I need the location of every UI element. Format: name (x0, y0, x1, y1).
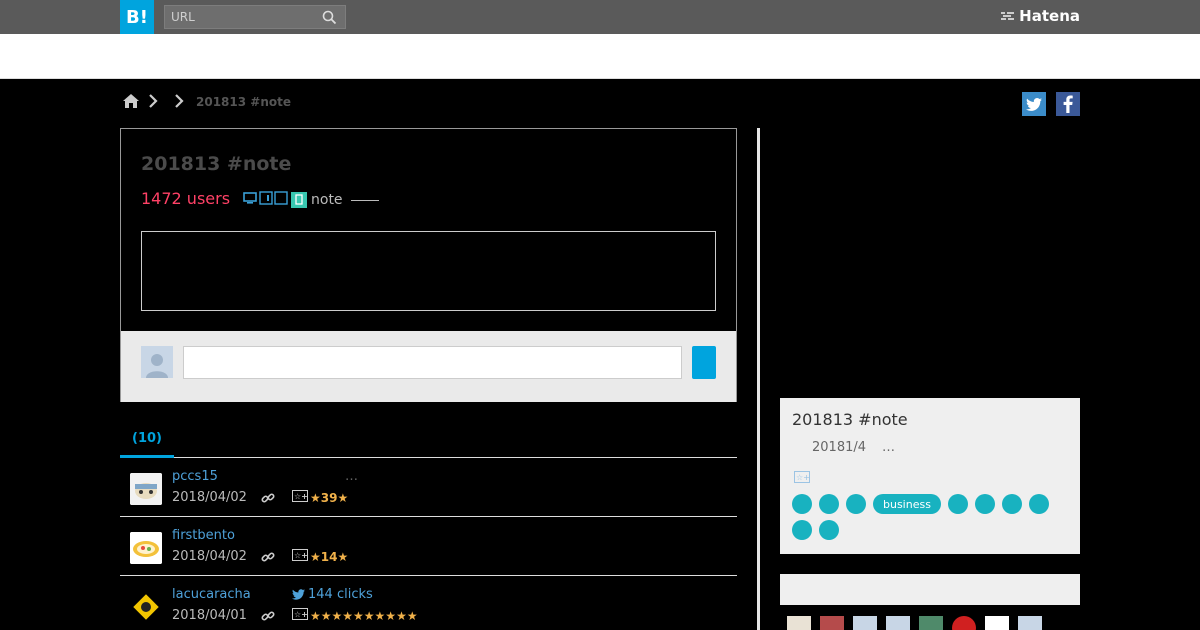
search-icon[interactable] (322, 10, 337, 29)
avatar[interactable] (130, 532, 162, 564)
svg-text:☆+: ☆+ (294, 551, 308, 560)
breadcrumb: 201813 #note (122, 92, 291, 112)
click-count: 144 clicks (308, 587, 373, 602)
permalink-icon[interactable] (261, 608, 275, 627)
bookmark-date: 2018/04/01 (172, 608, 247, 623)
entry-title[interactable]: 201813 #note (141, 153, 291, 175)
sidebar-entry-date: 20181/4 (812, 440, 867, 455)
avatar[interactable] (919, 616, 943, 630)
category-icon (291, 192, 307, 208)
bookmark-user-count[interactable]: 1472 users (141, 189, 230, 208)
add-star-icon[interactable]: ☆+ (292, 490, 308, 505)
add-star-icon[interactable]: ☆+ (292, 608, 308, 623)
hatena-mark-icon (1001, 7, 1015, 25)
tag-chip[interactable] (846, 494, 866, 514)
sidebar-section-header (780, 574, 1080, 605)
star-count: ★39★ (310, 490, 349, 505)
avatar[interactable] (1018, 616, 1042, 630)
tablet-icon (259, 191, 289, 209)
bookmark-username[interactable]: firstbento (172, 528, 235, 543)
tag-list: business (792, 494, 1072, 540)
bookmark-username[interactable]: lacucaracha (172, 587, 251, 602)
comment-input[interactable] (183, 346, 682, 379)
bookmark-date: 2018/04/02 (172, 490, 247, 505)
facebook-share-button[interactable] (1056, 92, 1080, 116)
comment-tabs: (10) (120, 424, 737, 458)
tag-chip-business[interactable]: business (873, 494, 941, 514)
category-label[interactable]: note (311, 192, 343, 208)
permalink-icon[interactable] (261, 490, 275, 509)
url-search-input[interactable] (171, 8, 311, 26)
add-star-icon[interactable]: ☆+ (292, 549, 308, 564)
tag-chip[interactable] (947, 494, 968, 514)
twitter-icon (1026, 97, 1042, 111)
tag-chip[interactable] (1001, 494, 1022, 514)
add-star-icon[interactable]: ☆+ (794, 468, 810, 487)
permalink-icon[interactable] (261, 549, 275, 568)
entry-meta: note (243, 191, 379, 209)
entry-summary-box (141, 231, 716, 311)
sidebar-user-avatars (787, 616, 1042, 630)
tag-chip[interactable] (819, 520, 839, 540)
avatar[interactable] (853, 616, 877, 630)
avatar[interactable] (130, 473, 162, 505)
breadcrumb-current: 201813 #note (196, 95, 291, 109)
sidebar-entry-card: 201813 #note 20181/4 … ☆+ business (780, 398, 1080, 554)
column-divider (757, 128, 760, 630)
user-avatar (141, 346, 173, 378)
twitter-share-button[interactable] (1022, 92, 1046, 116)
chevron-right-icon (174, 93, 184, 111)
share-buttons (1022, 92, 1080, 116)
url-search-box (164, 5, 346, 29)
bookmark-comment: … (345, 469, 358, 484)
entry-panel: 201813 #note 1472 users note (120, 128, 737, 402)
star-rating[interactable]: ☆+ ★★★★★★★★★★ (292, 608, 418, 623)
avatar[interactable] (985, 616, 1009, 630)
tag-chip[interactable] (792, 494, 812, 514)
hatena-brand-link[interactable]: Hatena (1001, 7, 1080, 25)
avatar[interactable] (886, 616, 910, 630)
chevron-right-icon (148, 93, 158, 111)
twitter-clicks[interactable]: 144 clicks (292, 587, 373, 602)
avatar[interactable] (787, 616, 811, 630)
star-rating[interactable]: ☆+ ★39★ (292, 490, 348, 505)
facebook-icon (1063, 95, 1073, 113)
tag-chip[interactable] (974, 494, 995, 514)
star-count: ★★★★★★★★★★ (310, 608, 418, 623)
tab-popular[interactable]: (10) (120, 424, 174, 458)
tag-chip[interactable] (1028, 494, 1049, 514)
list-item: pccs15 … 2018/04/02 ☆+ ★39★ (120, 458, 737, 517)
tag-chip[interactable] (792, 520, 812, 540)
list-item: lacucaracha 144 clicks 2018/04/01 ☆+ ★★★… (120, 576, 737, 630)
sidebar-entry-title[interactable]: 201813 #note (792, 410, 908, 429)
bookmark-date: 2018/04/02 (172, 549, 247, 564)
twitter-icon (292, 589, 305, 600)
svg-text:☆+: ☆+ (796, 473, 810, 482)
avatar[interactable] (130, 591, 162, 623)
bookmark-username[interactable]: pccs15 (172, 469, 218, 484)
svg-text:☆+: ☆+ (294, 492, 308, 501)
comment-form (121, 331, 736, 402)
divider-line (350, 199, 379, 201)
svg-text:☆+: ☆+ (294, 610, 308, 619)
brand-name: Hatena (1019, 7, 1080, 25)
star-rating[interactable]: ☆+ ★14★ (292, 549, 348, 564)
submit-bookmark-button[interactable] (692, 346, 716, 379)
top-bar: B! Hatena (0, 0, 1200, 34)
avatar[interactable] (820, 616, 844, 630)
avatar[interactable] (952, 616, 976, 630)
list-item: firstbento 2018/04/02 ☆+ ★14★ (120, 517, 737, 576)
pc-icon (243, 192, 257, 208)
hatena-bookmark-logo[interactable]: B! (120, 0, 154, 34)
sidebar-entry-more: … (882, 440, 895, 455)
ad-band (0, 34, 1200, 79)
home-icon[interactable] (122, 93, 140, 112)
star-count: ★14★ (310, 549, 349, 564)
tag-chip[interactable] (819, 494, 839, 514)
